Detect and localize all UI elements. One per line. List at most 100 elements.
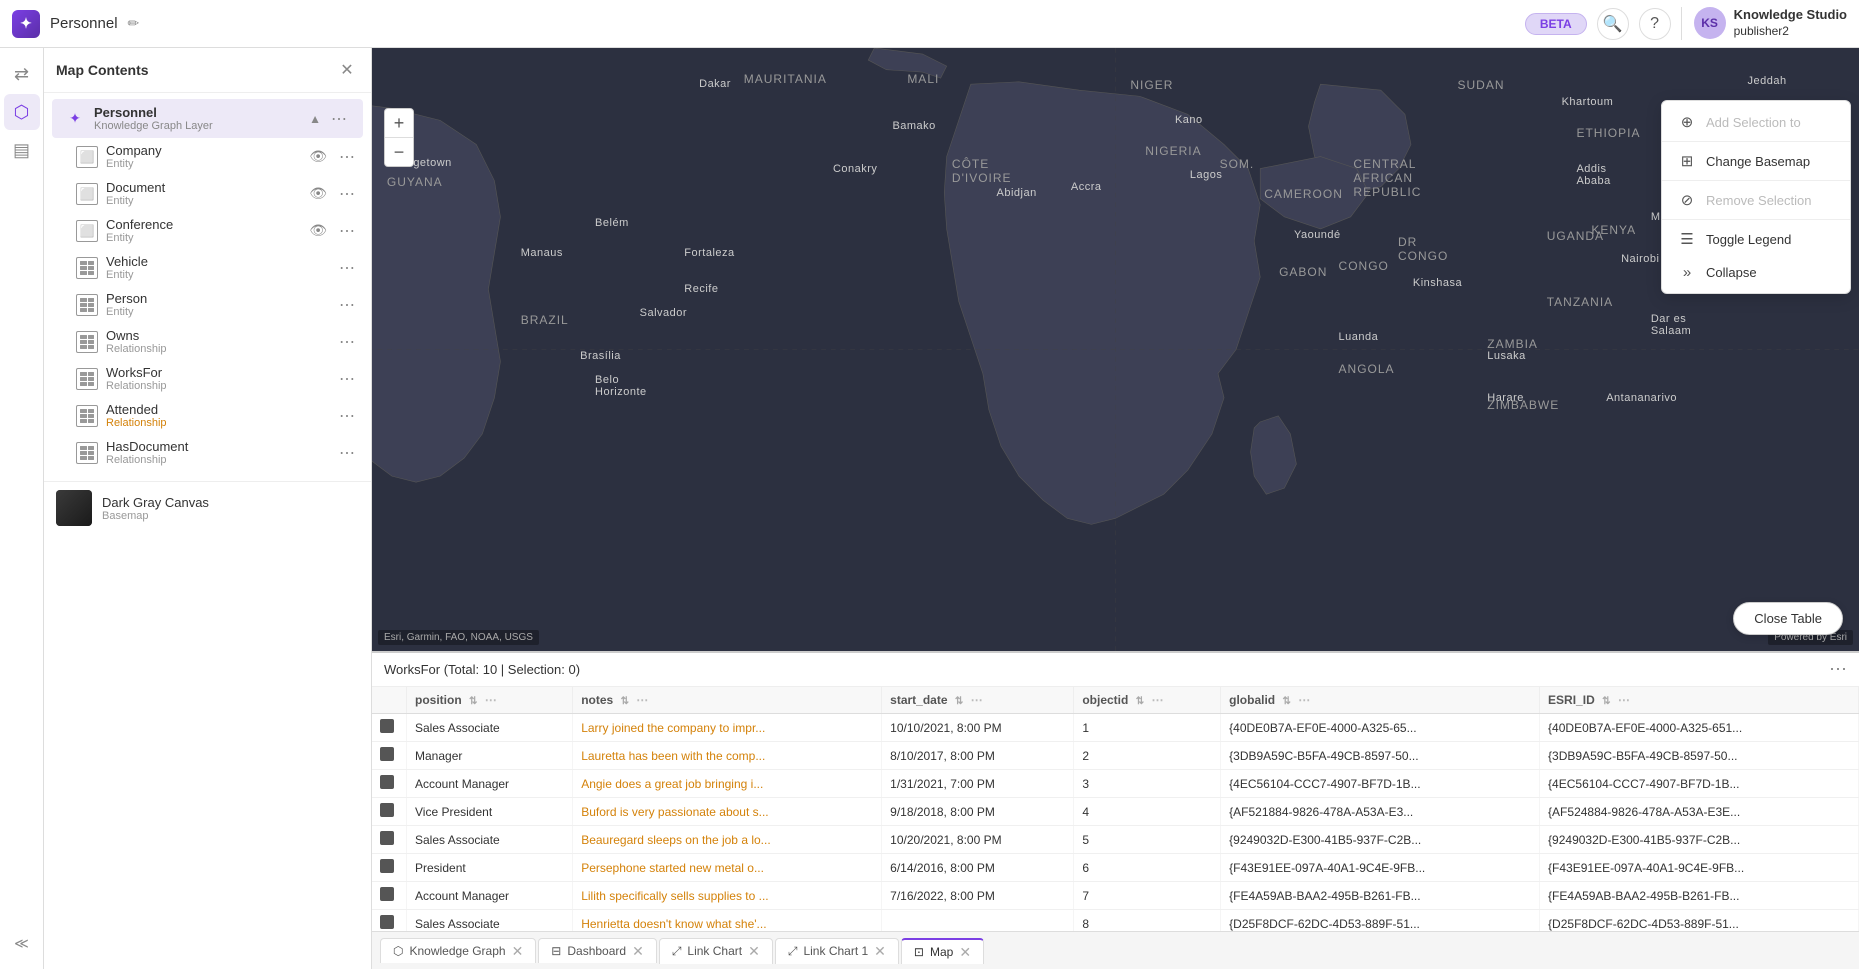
sidebar-item-worksfor[interactable]: WorksFor Relationship ⋯ (44, 360, 371, 397)
cell-globalid: {AF521884-9826-478A-A53A-E3... (1221, 798, 1540, 826)
table-row[interactable]: President Persephone started new metal o… (372, 854, 1859, 882)
document-visibility-icon[interactable]: 👁 (309, 185, 327, 202)
link-chart-tab-close[interactable]: ✕ (748, 944, 760, 958)
zoom-in-button[interactable]: + (385, 109, 413, 137)
label-brasilia: Brasília (580, 350, 621, 362)
col-objectid[interactable]: objectid ⇅ ⋯ (1074, 687, 1221, 714)
row-checkbox-cell[interactable] (372, 798, 407, 826)
sidebar-item-document[interactable]: ⬜ Document Entity 👁 ⋯ (44, 175, 371, 212)
company-visibility-icon[interactable]: 👁 (309, 148, 327, 165)
hasdocument-menu-icon[interactable]: ⋯ (335, 441, 359, 465)
close-table-button[interactable]: Close Table (1733, 602, 1843, 635)
row-checkbox-cell[interactable] (372, 742, 407, 770)
sidebar: Map Contents ✕ ✦ Personnel Knowledge Gra… (44, 48, 372, 969)
table-row[interactable]: Sales Associate Henrietta doesn't know w… (372, 910, 1859, 932)
cell-esri-id: {9249032D-E300-41B5-937F-C2B... (1540, 826, 1859, 854)
row-checkbox-cell[interactable] (372, 826, 407, 854)
worksfor-icon (76, 368, 98, 390)
conference-visibility-icon[interactable]: 👁 (309, 222, 327, 239)
knowledge-graph-btn[interactable]: ⬡ (4, 94, 40, 130)
document-menu-icon[interactable]: ⋯ (335, 182, 359, 206)
table-row[interactable]: Manager Lauretta has been with the comp.… (372, 742, 1859, 770)
col-notes[interactable]: notes ⇅ ⋯ (573, 687, 882, 714)
context-menu-add-selection[interactable]: ⊕ Add Selection to (1662, 105, 1850, 139)
hasdocument-icon (76, 442, 98, 464)
col-esri-id[interactable]: ESRI_ID ⇅ ⋯ (1540, 687, 1859, 714)
dashboard-btn[interactable]: ▤ (4, 132, 40, 168)
expand-btn[interactable]: ≪ (4, 925, 40, 961)
bottom-tabs: ⬡ Knowledge Graph ✕ ⊟ Dashboard ✕ ⤢ Link… (372, 931, 1859, 969)
label-uganda: UGANDA (1547, 229, 1604, 243)
tab-link-chart-1[interactable]: ⤢ Link Chart 1 ✕ (775, 938, 899, 964)
label-mali: MALI (907, 72, 939, 86)
collapse-icon: » (1678, 264, 1696, 281)
help-button[interactable]: ? (1639, 8, 1671, 40)
layer-group-header[interactable]: ✦ Personnel Knowledge Graph Layer ▲ ⋯ (52, 99, 363, 138)
row-checkbox-cell[interactable] (372, 770, 407, 798)
worksfor-menu-icon[interactable]: ⋯ (335, 367, 359, 391)
tab-knowledge-graph[interactable]: ⬡ Knowledge Graph ✕ (380, 938, 536, 963)
sidebar-item-hasdocument[interactable]: HasDocument Relationship ⋯ (44, 434, 371, 471)
label-addis-ababa: AddisAbaba (1576, 163, 1610, 187)
user-menu[interactable]: KS Knowledge Studio publisher2 (1681, 7, 1847, 39)
map-tab-close[interactable]: ✕ (959, 945, 971, 959)
sidebar-item-person[interactable]: Person Entity ⋯ (44, 286, 371, 323)
table-row[interactable]: Vice President Buford is very passionate… (372, 798, 1859, 826)
context-menu-remove-selection[interactable]: ⊘ Remove Selection (1662, 183, 1850, 217)
toggle-legend-icon: ☰ (1678, 230, 1696, 248)
attended-menu-icon[interactable]: ⋯ (335, 404, 359, 428)
tab-link-chart[interactable]: ⤢ Link Chart ✕ (659, 938, 773, 964)
context-menu-change-basemap[interactable]: ⊞ Change Basemap (1662, 144, 1850, 178)
beta-badge[interactable]: BETA (1525, 13, 1587, 35)
sidebar-item-vehicle[interactable]: Vehicle Entity ⋯ (44, 249, 371, 286)
map-container[interactable]: Jeddah Djibouti Mogadishu Khartoum Addis… (372, 48, 1859, 651)
attended-name: Attended (106, 402, 335, 417)
layer-group-menu-icon[interactable]: ⋯ (327, 107, 351, 131)
tab-dashboard[interactable]: ⊟ Dashboard ✕ (538, 938, 657, 963)
sidebar-item-owns[interactable]: Owns Relationship ⋯ (44, 323, 371, 360)
tab-map[interactable]: ⊡ Map ✕ (901, 938, 984, 964)
context-menu-toggle-legend[interactable]: ☰ Toggle Legend (1662, 222, 1850, 256)
cell-globalid: {9249032D-E300-41B5-937F-C2B... (1221, 826, 1540, 854)
cell-objectid: 3 (1074, 770, 1221, 798)
owns-menu-icon[interactable]: ⋯ (335, 330, 359, 354)
label-dr-congo: DRCONGO (1398, 235, 1448, 263)
col-position[interactable]: position ⇅ ⋯ (407, 687, 573, 714)
cell-position: Sales Associate (407, 826, 573, 854)
person-menu-icon[interactable]: ⋯ (335, 293, 359, 317)
conference-info: Conference Entity (106, 217, 309, 244)
label-fortaleza: Fortaleza (684, 247, 734, 259)
toggle-panel-btn[interactable]: ⇄ (4, 56, 40, 92)
sidebar-item-company[interactable]: ⬜ Company Entity 👁 ⋯ (44, 138, 371, 175)
table-row[interactable]: Account Manager Angie does a great job b… (372, 770, 1859, 798)
label-south-africa: SOM. (1220, 157, 1255, 171)
row-checkbox-cell[interactable] (372, 882, 407, 910)
knowledge-graph-tab-close[interactable]: ✕ (512, 944, 524, 958)
col-globalid[interactable]: globalid ⇅ ⋯ (1221, 687, 1540, 714)
cell-notes: Buford is very passionate about s... (573, 798, 882, 826)
conference-menu-icon[interactable]: ⋯ (335, 219, 359, 243)
table-row[interactable]: Sales Associate Beauregard sleeps on the… (372, 826, 1859, 854)
table-row[interactable]: Sales Associate Larry joined the company… (372, 714, 1859, 742)
link-chart-1-tab-close[interactable]: ✕ (874, 944, 886, 958)
table-menu-button[interactable]: ⋯ (1829, 659, 1847, 680)
row-checkbox-cell[interactable] (372, 854, 407, 882)
search-button[interactable]: 🔍 (1597, 8, 1629, 40)
col-start-date[interactable]: start_date ⇅ ⋯ (882, 687, 1074, 714)
company-menu-icon[interactable]: ⋯ (335, 145, 359, 169)
table-row[interactable]: Account Manager Lilith specifically sell… (372, 882, 1859, 910)
row-checkbox-cell[interactable] (372, 910, 407, 932)
sidebar-close-button[interactable]: ✕ (335, 58, 359, 82)
cell-globalid: {4EC56104-CCC7-4907-BF7D-1B... (1221, 770, 1540, 798)
sidebar-item-conference[interactable]: ⬜ Conference Entity 👁 ⋯ (44, 212, 371, 249)
table-header: WorksFor (Total: 10 | Selection: 0) ⋯ (372, 653, 1859, 687)
vehicle-menu-icon[interactable]: ⋯ (335, 256, 359, 280)
table-scroll[interactable]: position ⇅ ⋯ notes ⇅ ⋯ start_date (372, 687, 1859, 931)
dashboard-tab-close[interactable]: ✕ (632, 944, 644, 958)
zoom-out-button[interactable]: − (385, 138, 413, 166)
label-conakry: Conakry (833, 163, 877, 175)
context-menu-collapse[interactable]: » Collapse (1662, 256, 1850, 289)
sidebar-item-attended[interactable]: Attended Relationship ⋯ (44, 397, 371, 434)
row-checkbox-cell[interactable] (372, 714, 407, 742)
edit-title-icon[interactable]: ✏ (128, 15, 140, 32)
